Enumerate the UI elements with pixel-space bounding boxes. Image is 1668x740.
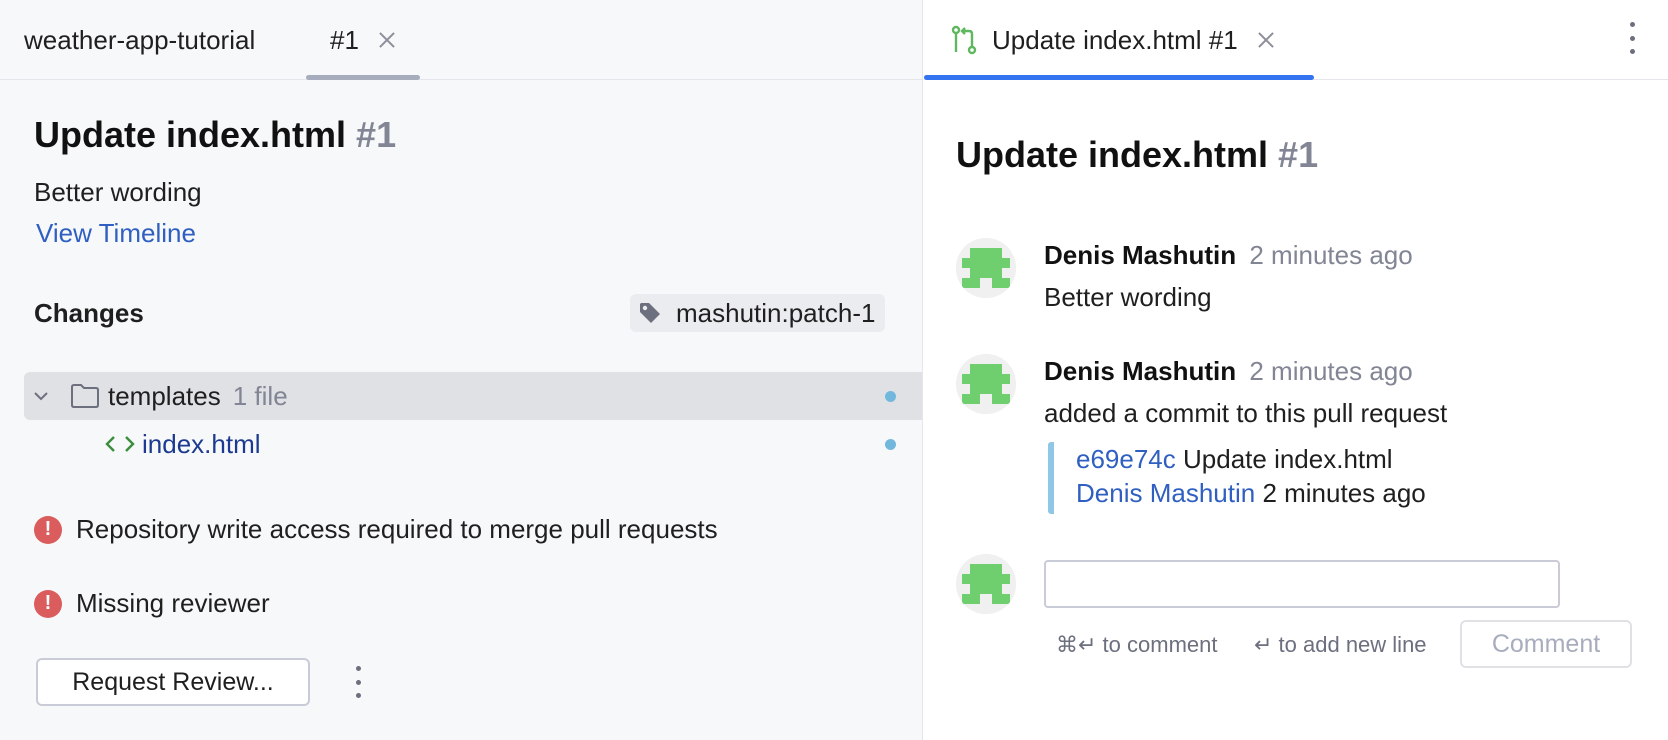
author-name[interactable]: Denis Mashutin: [1044, 356, 1236, 386]
modified-indicator: [885, 439, 896, 450]
warning-missing-reviewer: ! Missing reviewer: [34, 588, 270, 619]
commit-hash-link[interactable]: e69e74c: [1076, 444, 1176, 474]
request-review-button[interactable]: Request Review...: [36, 658, 310, 706]
timeline-entry-header: Denis Mashutin 2 minutes ago: [1044, 240, 1413, 271]
pr-title-text: Update index.html: [34, 114, 347, 155]
folder-icon: [71, 384, 99, 408]
comment-input[interactable]: [1044, 560, 1560, 608]
tab-pr-timeline[interactable]: Update index.html #1: [924, 0, 1314, 80]
branch-badge[interactable]: mashutin:patch-1: [630, 294, 886, 332]
pr-description: Better wording: [34, 177, 202, 207]
timestamp: 2 minutes ago: [1249, 240, 1413, 270]
close-icon[interactable]: [377, 30, 397, 50]
commit-author-link[interactable]: Denis Mashutin: [1076, 478, 1255, 508]
avatar-identicon-icon: [956, 554, 1016, 614]
warning-text: Repository write access required to merg…: [76, 514, 718, 544]
avatar[interactable]: [956, 238, 1016, 298]
tab-pr-timeline-label: Update index.html #1: [992, 24, 1238, 55]
pr-details-pane: weather-app-tutorial #1 Update index.htm…: [0, 0, 923, 740]
pr-number: #1: [356, 114, 397, 155]
tab-active-indicator: [924, 75, 1314, 80]
chevron-down-icon[interactable]: [32, 387, 50, 405]
file-count: 1 file: [232, 380, 288, 411]
timeline-entry-body: added a commit to this pull request: [1044, 398, 1448, 428]
timeline-title-text: Update index.html: [956, 134, 1269, 175]
warning-text: Missing reviewer: [76, 588, 270, 618]
timestamp: 2 minutes ago: [1249, 356, 1413, 386]
timeline-entry-body: Better wording: [1044, 282, 1212, 312]
tab-pr-number[interactable]: #1: [306, 0, 420, 80]
comment-button-label: Comment: [1491, 629, 1601, 658]
warning-write-access: ! Repository write access required to me…: [34, 514, 718, 545]
timeline-pr-number: #1: [1278, 134, 1319, 175]
avatar-identicon-icon: [956, 238, 1016, 298]
modified-indicator: [885, 391, 896, 402]
author-name[interactable]: Denis Mashutin: [1044, 240, 1236, 270]
html-code-icon: [105, 436, 135, 452]
tab-active-indicator: [306, 75, 420, 80]
commit-card: e69e74c Update index.html Denis Mashutin…: [1048, 442, 1426, 514]
folder-name: templates: [108, 380, 221, 411]
timeline-entry-header: Denis Mashutin 2 minutes ago: [1044, 356, 1413, 387]
close-icon[interactable]: [1256, 30, 1276, 50]
pull-request-icon: [951, 25, 977, 55]
right-tab-bar: Update index.html #1: [924, 0, 1668, 80]
pr-title: Update index.html #1: [34, 114, 396, 156]
avatar-identicon-icon: [956, 354, 1016, 414]
pr-timeline-pane: Update index.html #1 Update index.html #…: [924, 0, 1668, 740]
tab-pr-label: #1: [330, 24, 359, 55]
tab-project[interactable]: weather-app-tutorial: [24, 0, 255, 80]
commit-message: Update index.html: [1183, 444, 1393, 474]
timeline-title: Update index.html #1: [956, 134, 1318, 176]
error-icon: !: [34, 589, 62, 618]
changes-heading: Changes: [34, 298, 144, 328]
avatar[interactable]: [956, 354, 1016, 414]
branch-name: mashutin:patch-1: [676, 297, 876, 328]
comment-button[interactable]: Comment: [1460, 620, 1632, 668]
avatar: [956, 554, 1016, 614]
commit-time: 2 minutes ago: [1262, 478, 1426, 508]
more-options-icon[interactable]: [1622, 22, 1642, 54]
newline-hint: ↵ to add new line: [1254, 632, 1427, 657]
tree-row-index-html[interactable]: index.html: [24, 420, 922, 468]
more-actions-icon[interactable]: [348, 666, 368, 698]
error-icon: !: [34, 515, 62, 544]
tree-row-templates[interactable]: templates 1 file: [24, 372, 922, 420]
tag-icon: [640, 303, 660, 323]
file-name: index.html: [142, 428, 261, 459]
view-timeline-link[interactable]: View Timeline: [36, 218, 196, 249]
left-tab-bar: weather-app-tutorial #1: [0, 0, 922, 80]
tab-project-label: weather-app-tutorial: [24, 24, 256, 55]
submit-hint: ⌘↵ to comment: [1056, 632, 1218, 657]
